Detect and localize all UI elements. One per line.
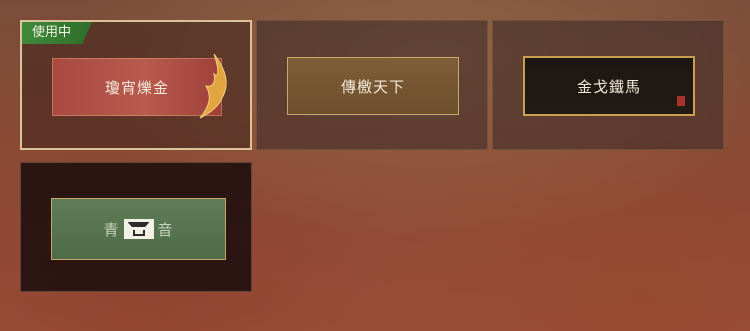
nameplate-label-right: 音	[157, 220, 174, 239]
nameplate-label: 瓊宵爍金	[104, 78, 169, 97]
nameplate-preview: 青 音	[51, 198, 226, 260]
nameplate-card-qiongxiao[interactable]: 使用中 瓊宵爍金	[20, 20, 252, 150]
nameplate-card-qingyin[interactable]: 青 音	[20, 162, 252, 292]
nameplate-preview: 傳檄天下	[287, 57, 459, 115]
in-use-badge: 使用中	[22, 22, 92, 44]
nameplate-label: 金戈鐵馬	[576, 77, 641, 96]
nameplate-label-left: 青	[103, 220, 120, 239]
nameplate-label: 傳檄天下	[340, 77, 405, 96]
nameplate-card-chuanxi[interactable]: 傳檄天下	[256, 20, 488, 150]
red-seal-icon	[677, 96, 685, 106]
nameplate-preview: 金戈鐵馬	[523, 56, 695, 116]
emblem-icon	[123, 219, 154, 239]
nameplate-card-jinge[interactable]: 金戈鐵馬	[492, 20, 724, 150]
flame-decoration-icon	[199, 53, 227, 119]
